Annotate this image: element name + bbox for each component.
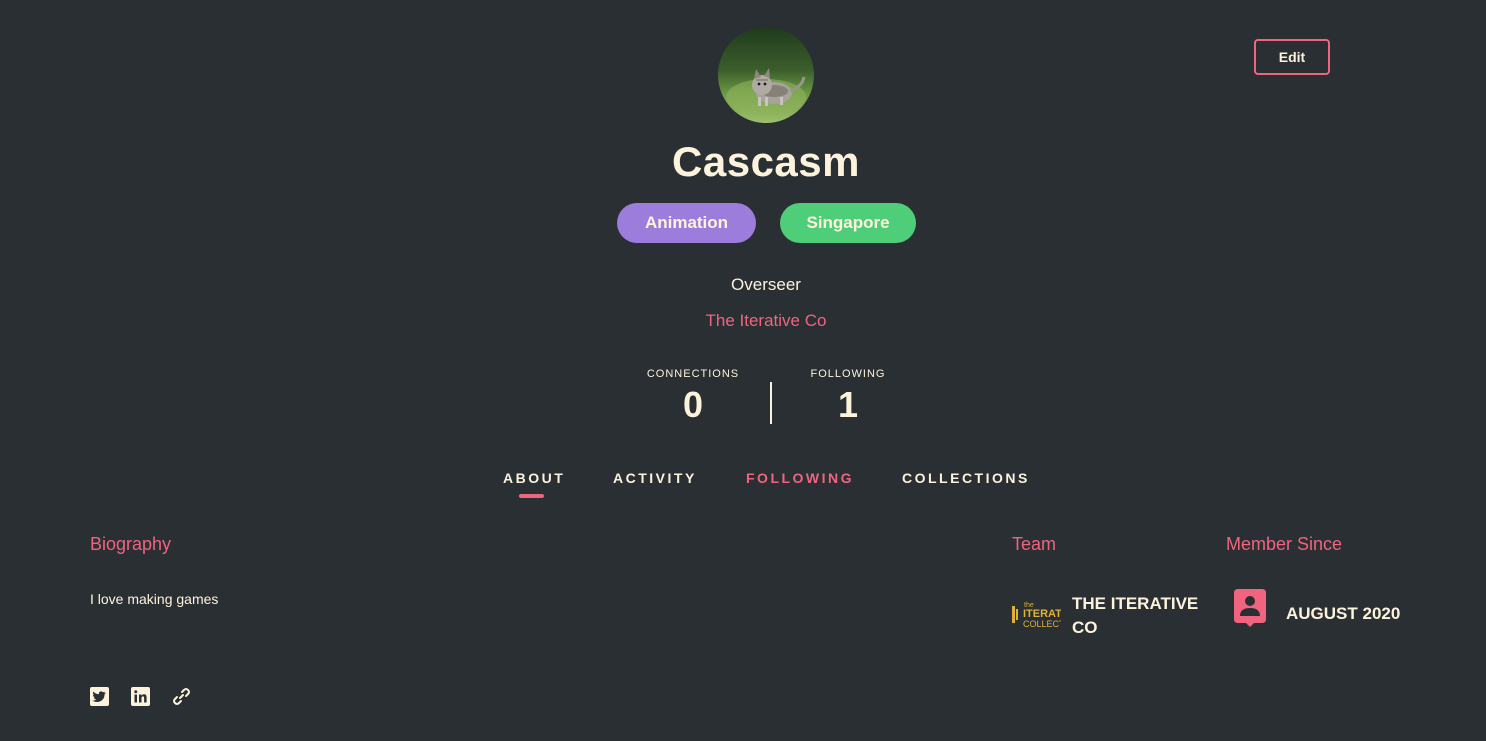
team-logo-graphic: the ITERATIVE COLLECTIVE [1012, 602, 1061, 629]
biography-text: I love making games [90, 591, 219, 607]
svg-text:COLLECTIVE: COLLECTIVE [1023, 619, 1061, 629]
tab-following[interactable]: FOLLOWING [746, 470, 854, 486]
stat-following-value: 1 [837, 384, 859, 425]
stat-following[interactable]: FOLLOWING 1 [803, 368, 893, 426]
tab-collections[interactable]: COLLECTIONS [902, 470, 1030, 486]
tab-activity[interactable]: ACTIVITY [613, 470, 697, 486]
kitten-photo [718, 27, 814, 123]
twitter-icon[interactable] [90, 687, 109, 706]
member-badge-icon [1234, 589, 1266, 627]
tab-about[interactable]: ABOUT [503, 470, 565, 486]
team-name-link[interactable]: THE ITERATIVE CO [1072, 592, 1212, 640]
profile-company-link[interactable]: The Iterative Co [0, 311, 1486, 331]
linkedin-icon[interactable] [131, 687, 150, 706]
profile-name: Cascasm [672, 138, 860, 185]
member-since-heading: Member Since [1226, 534, 1343, 554]
stat-connections-value: 0 [682, 384, 704, 425]
team-heading: Team [1012, 534, 1057, 554]
biography-heading: Biography [90, 534, 172, 554]
profile-role: Overseer [731, 275, 801, 294]
stat-following-label: FOLLOWING [810, 368, 886, 380]
team-logo[interactable]: the ITERATIVE COLLECTIVE [1011, 598, 1061, 630]
avatar [718, 27, 814, 123]
link-icon[interactable] [172, 687, 191, 706]
tag-location[interactable]: Singapore [780, 203, 916, 243]
profile-page: Edit Cascasm Animation Singapore Oversee… [0, 0, 1486, 741]
member-since-value: AUGUST 2020 [1286, 604, 1401, 623]
tag-animation[interactable]: Animation [617, 203, 756, 243]
stat-connections-label: CONNECTIONS [646, 368, 740, 380]
active-tab-indicator [519, 494, 544, 498]
edit-button[interactable]: Edit [1254, 39, 1330, 75]
stat-connections[interactable]: CONNECTIONS 0 [640, 368, 746, 426]
stat-divider [770, 382, 772, 424]
